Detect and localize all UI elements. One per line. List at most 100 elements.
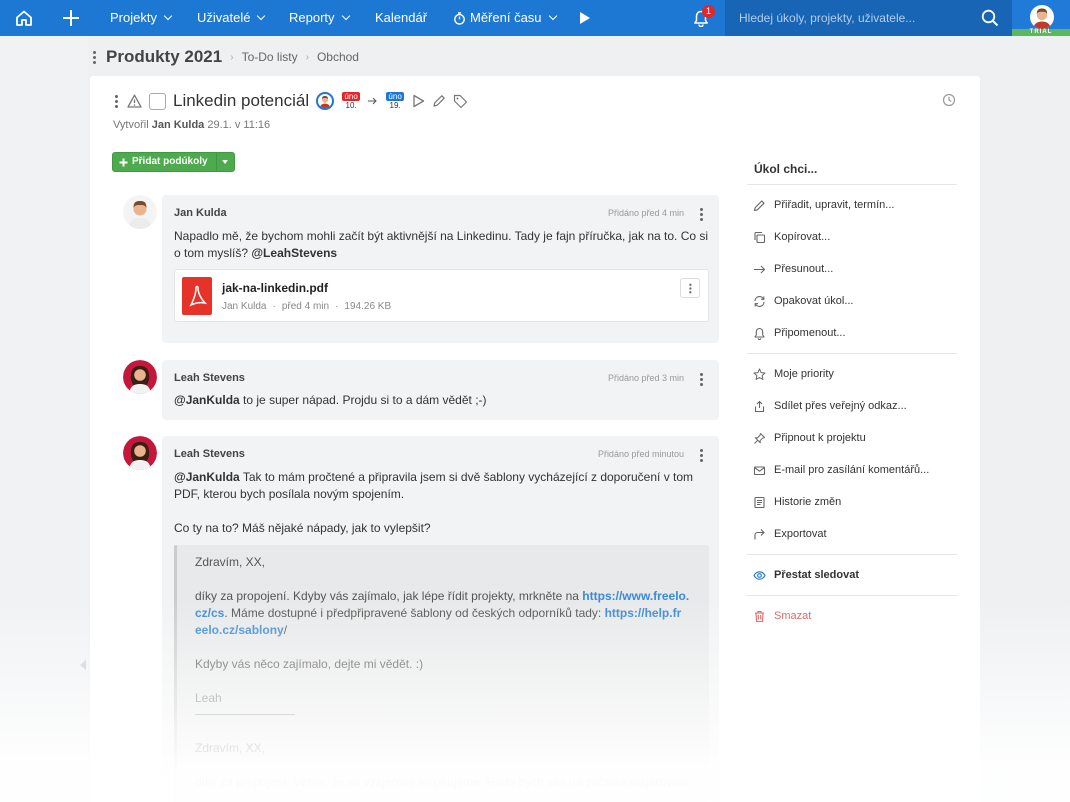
pencil-icon: [753, 199, 765, 211]
add-icon[interactable]: [60, 0, 82, 36]
divider: [747, 353, 957, 354]
stopwatch-icon: [454, 11, 465, 25]
chevron-down-icon: [548, 11, 557, 21]
link-freelo[interactable]: https://www.freelo.: [582, 589, 689, 603]
share-icon: [754, 400, 765, 412]
action-label: Připnout k projektu: [774, 432, 866, 444]
task-title[interactable]: Linkedin potenciál: [173, 91, 309, 111]
action-label: Moje priority: [774, 368, 834, 380]
attachment-author: Jan Kulda: [222, 301, 267, 312]
comment-text: Napadlo mě, že bychom mohli začít být ak…: [174, 228, 708, 262]
action-history[interactable]: Historie změn: [753, 493, 841, 511]
nav-users[interactable]: Uživatelé: [197, 0, 266, 36]
comment-text-line: o tom myslíš?: [174, 246, 252, 260]
nav-projects[interactable]: Projekty: [110, 0, 173, 36]
attachment-menu-button[interactable]: [680, 278, 700, 298]
search-input[interactable]: [739, 9, 969, 27]
play-icon[interactable]: [412, 94, 425, 108]
quote-text: díky za propojení. Kdyby vás zajímalo, j…: [195, 589, 583, 603]
add-subtasks-dropdown[interactable]: [215, 153, 234, 171]
due-date[interactable]: úno 19.: [385, 92, 405, 110]
action-export[interactable]: Exportovat: [753, 525, 827, 543]
nav-reports[interactable]: Reporty: [289, 0, 350, 36]
task-menu-icon[interactable]: [112, 94, 120, 108]
action-copy[interactable]: Kopírovat...: [753, 228, 830, 246]
action-label: Přesunout...: [774, 263, 834, 275]
breadcrumb-list[interactable]: Obchod: [317, 50, 359, 64]
action-move[interactable]: Přesunout...: [753, 260, 833, 278]
action-assign-edit[interactable]: Přiřadit, upravit, termín...: [753, 196, 894, 214]
signature-divider: [195, 714, 295, 715]
quote-line: Zdravím, XX,: [195, 555, 266, 569]
search-icon[interactable]: [981, 9, 999, 30]
clock-icon[interactable]: [942, 93, 956, 110]
action-unfollow[interactable]: Přestat sledovat: [753, 566, 859, 584]
action-share-link[interactable]: Sdílet přes veřejný odkaz...: [753, 397, 907, 415]
divider: [747, 595, 957, 596]
breadcrumb-todo-lists[interactable]: To-Do listy: [242, 50, 298, 64]
add-subtasks-button[interactable]: Přidat podúkoly: [112, 152, 235, 172]
quote-line: Zdravím, XX,: [195, 741, 266, 755]
nav-label: Projekty: [110, 10, 157, 25]
attachment-size: 194.26 KB: [344, 301, 392, 312]
action-label: Sdílet přes veřejný odkaz...: [774, 400, 907, 412]
comment-menu-icon[interactable]: [697, 373, 705, 386]
play-icon[interactable]: [577, 0, 593, 36]
mention[interactable]: @JanKulda: [174, 470, 240, 484]
link-help[interactable]: https://help.fr: [605, 606, 682, 620]
avatar[interactable]: [123, 360, 157, 394]
eye-icon: [753, 570, 766, 580]
pencil-icon[interactable]: [432, 94, 446, 108]
action-label: Historie změn: [774, 496, 842, 508]
comment-author[interactable]: Leah Stevens: [174, 372, 245, 384]
page-title[interactable]: Produkty 2021: [106, 47, 222, 67]
nav-label: Reporty: [289, 10, 335, 25]
comment-menu-icon[interactable]: [697, 449, 705, 462]
assignee-avatar[interactable]: [316, 92, 335, 110]
export-icon: [754, 528, 765, 539]
link-freelo[interactable]: cz/cs: [195, 606, 224, 620]
task-header: Linkedin potenciál úno 10. úno 19.: [112, 90, 468, 112]
blockquote: Zdravím, XX, díky za propojení. Kdyby vá…: [174, 545, 709, 802]
action-label: Opakovat úkol...: [774, 295, 854, 307]
avatar[interactable]: [123, 436, 157, 470]
search-bar: [725, 0, 1012, 36]
tag-icon[interactable]: [453, 94, 468, 108]
comment-text: @JanKulda to je super nápad. Projdu si t…: [174, 392, 487, 409]
bell-icon: [754, 327, 765, 340]
attachment-card[interactable]: jak-na-linkedin.pdf Jan Kulda · před 4 mi…: [174, 269, 709, 322]
chevron-right-icon: ›: [230, 51, 234, 63]
link-help[interactable]: eelo.cz/sablony: [195, 623, 284, 637]
history-icon: [754, 496, 765, 508]
warning-icon[interactable]: [127, 94, 142, 108]
nav-calendar[interactable]: Kalendář: [375, 0, 427, 36]
left-panel-edge: [0, 36, 88, 802]
action-delete[interactable]: Smazat: [753, 607, 811, 625]
comment-menu-icon[interactable]: [697, 208, 705, 221]
start-date[interactable]: úno 10.: [341, 92, 361, 110]
project-menu-icon[interactable]: [90, 50, 98, 64]
email-icon: [753, 465, 766, 475]
action-my-priorities[interactable]: Moje priority: [753, 365, 834, 383]
nav-time-tracking[interactable]: Měření času: [453, 0, 557, 36]
comment-author[interactable]: Jan Kulda: [174, 207, 227, 219]
task-checkbox[interactable]: [149, 92, 166, 110]
avatar[interactable]: [123, 195, 157, 229]
mention[interactable]: @JanKulda: [174, 393, 240, 407]
action-label: Přestat sledovat: [774, 569, 859, 581]
attachment-name[interactable]: jak-na-linkedin.pdf: [222, 281, 328, 295]
action-email-comments[interactable]: E-mail pro zasílání komentářů...: [753, 461, 929, 479]
collapse-arrow-icon[interactable]: [80, 660, 86, 670]
add-subtasks-main[interactable]: Přidat podúkoly: [113, 153, 216, 171]
action-pin-to-project[interactable]: Připnout k projektu: [753, 429, 866, 447]
created-by[interactable]: Jan Kulda: [152, 119, 205, 131]
chevron-down-icon: [257, 11, 266, 21]
home-icon[interactable]: [12, 0, 36, 36]
mention[interactable]: @LeahStevens: [251, 246, 337, 260]
start-date-day: 10.: [345, 101, 357, 110]
comment-author[interactable]: Leah Stevens: [174, 448, 245, 460]
action-remind[interactable]: Připomenout...: [753, 324, 846, 342]
created-prefix: Vytvořil: [113, 119, 149, 131]
action-repeat[interactable]: Opakovat úkol...: [753, 292, 854, 310]
add-subtasks-label: Přidat podúkoly: [132, 156, 208, 167]
